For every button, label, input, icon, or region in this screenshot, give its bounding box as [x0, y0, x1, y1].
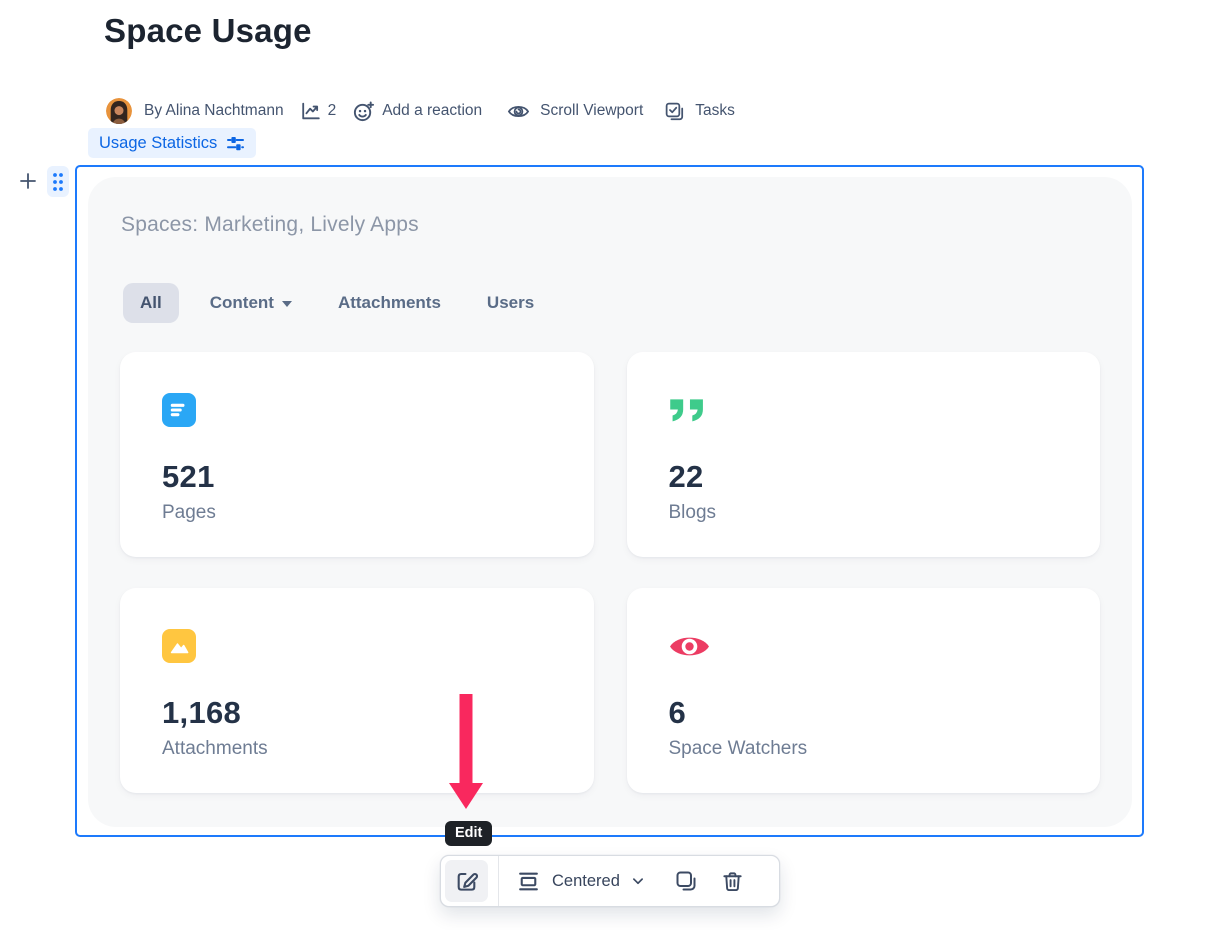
attachments-count: 1,168 [162, 695, 552, 731]
add-reaction-label: Add a reaction [382, 102, 482, 120]
copy-icon [674, 869, 698, 893]
image-icon [162, 629, 196, 663]
tasks-icon [664, 101, 685, 122]
scroll-viewport-label: Scroll Viewport [540, 102, 643, 120]
tasks-button[interactable]: Tasks [664, 101, 735, 122]
space-watchers-label: Space Watchers [669, 738, 1059, 760]
macro-chip-label: Usage Statistics [99, 134, 217, 153]
eye-icon [669, 633, 710, 660]
edit-pencil-icon [454, 869, 479, 894]
byline: By Alina Nachtmann 2 Add a reaction [106, 97, 735, 125]
add-block-button[interactable] [18, 171, 38, 191]
tab-attachments-label: Attachments [338, 293, 441, 313]
pages-icon [162, 393, 196, 427]
add-reaction-button[interactable]: Add a reaction [352, 100, 482, 123]
analytics-views[interactable]: 2 [300, 100, 337, 122]
page-title: Space Usage [104, 12, 312, 50]
tab-all[interactable]: All [123, 283, 179, 323]
stat-card-pages: 521 Pages [120, 352, 594, 557]
edit-tooltip-label: Edit [455, 825, 482, 841]
usage-statistics-panel: Spaces: Marketing, Lively Apps All Conte… [88, 177, 1132, 827]
blogs-count: 22 [669, 459, 1059, 495]
drag-handle[interactable] [47, 166, 69, 197]
delete-button[interactable] [721, 870, 744, 893]
layout-dropdown[interactable]: Centered [516, 869, 647, 894]
stat-card-space-watchers: 6 Space Watchers [627, 588, 1101, 793]
avatar-image [106, 98, 132, 124]
tab-content-label: Content [210, 293, 274, 313]
quote-icon [669, 398, 706, 423]
analytics-icon [300, 100, 322, 122]
copy-button[interactable] [674, 869, 698, 893]
drag-dots-icon [51, 171, 65, 193]
tab-all-label: All [140, 293, 162, 313]
trash-icon [721, 870, 744, 893]
scroll-viewport-button[interactable]: Scroll Viewport [507, 100, 643, 123]
pages-label: Pages [162, 502, 552, 524]
author-avatar[interactable] [106, 98, 132, 124]
tab-users-label: Users [487, 293, 534, 313]
attachments-label: Attachments [162, 738, 552, 760]
tab-content[interactable]: Content [210, 293, 292, 313]
block-toolbar: Centered [440, 855, 780, 907]
pages-count: 521 [162, 459, 552, 495]
page: Space Usage By Alina Nachtmann 2 [0, 0, 1216, 930]
chevron-down-icon [629, 872, 647, 890]
toolbar-divider [498, 856, 499, 906]
centered-layout-icon [516, 869, 541, 894]
plus-icon [19, 172, 37, 190]
edit-button[interactable] [445, 860, 488, 902]
add-reaction-icon [352, 100, 375, 123]
layout-selected-label: Centered [552, 872, 620, 891]
macro-chip-usage-statistics[interactable]: Usage Statistics [88, 128, 256, 158]
panel-heading: Spaces: Marketing, Lively Apps [121, 213, 419, 237]
blogs-label: Blogs [669, 502, 1059, 524]
tab-attachments[interactable]: Attachments [338, 293, 441, 313]
tab-users[interactable]: Users [487, 293, 534, 313]
stat-card-blogs: 22 Blogs [627, 352, 1101, 557]
edit-tooltip: Edit [445, 821, 492, 846]
annotation-arrow-down [449, 694, 483, 810]
author-name[interactable]: By Alina Nachtmann [144, 102, 284, 120]
stat-card-attachments: 1,168 Attachments [120, 588, 594, 793]
sliders-icon [226, 134, 245, 153]
space-watchers-count: 6 [669, 695, 1059, 731]
views-count: 2 [328, 102, 337, 120]
filter-tabs: All Content Attachments Users [123, 283, 534, 323]
stat-cards: 521 Pages 22 Blogs [120, 352, 1100, 793]
scroll-viewport-icon [507, 100, 530, 123]
tasks-label: Tasks [695, 102, 735, 120]
chevron-down-icon [282, 301, 292, 307]
